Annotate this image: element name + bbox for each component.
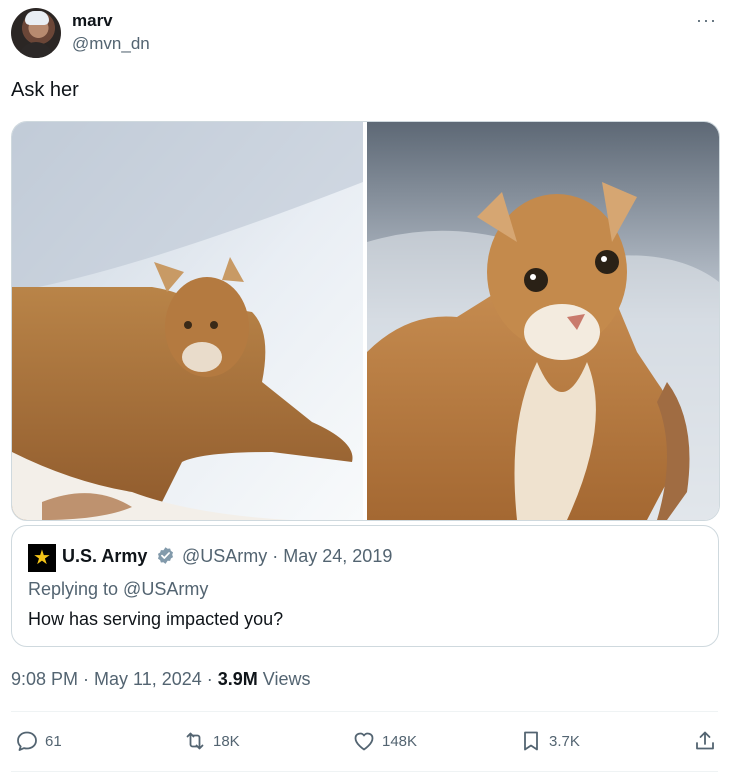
views-label: Views bbox=[257, 669, 311, 689]
tweet-text: Ask her bbox=[11, 79, 79, 101]
quoted-meta: @USArmy · May 24, 2019 bbox=[182, 546, 393, 566]
heart-icon bbox=[354, 732, 374, 751]
media-image-left[interactable] bbox=[12, 122, 363, 520]
action-bar: 61 18K 148K 3.7K bbox=[11, 722, 717, 762]
author-avatar[interactable] bbox=[11, 8, 61, 58]
cougar-photo-left bbox=[12, 122, 363, 520]
army-logo-icon[interactable]: ★ bbox=[28, 544, 56, 572]
like-count: 148K bbox=[382, 732, 418, 750]
bookmark-count: 3.7K bbox=[549, 732, 580, 750]
author-name[interactable]: marv bbox=[72, 11, 113, 31]
quoted-tweet[interactable]: ★ U.S. Army @USArmy · May 24, 2019 Reply… bbox=[11, 525, 719, 647]
replying-to: Replying to @USArmy bbox=[28, 579, 209, 599]
more-horizontal-icon[interactable]: ··· bbox=[696, 11, 717, 29]
quoted-text: How has serving impacted you? bbox=[28, 609, 284, 629]
reply-button[interactable]: 61 bbox=[15, 728, 62, 754]
bookmark-icon bbox=[524, 731, 538, 751]
avatar-hair bbox=[25, 11, 49, 25]
divider bbox=[11, 711, 718, 712]
media-image-right[interactable] bbox=[367, 122, 719, 520]
divider bbox=[11, 771, 718, 772]
verified-badge-icon bbox=[157, 547, 174, 564]
author-handle[interactable]: @mvn_dn bbox=[72, 34, 150, 54]
quoted-author-name: U.S. Army bbox=[62, 546, 148, 566]
cougar-photo-right bbox=[367, 122, 719, 520]
views-count: 3.9M bbox=[217, 669, 258, 689]
time-date[interactable]: 9:08 PM · May 11, 2024 · bbox=[11, 669, 218, 689]
reply-icon bbox=[17, 731, 37, 751]
like-button[interactable]: 148K bbox=[352, 728, 417, 754]
retweet-count: 18K bbox=[213, 732, 240, 750]
media-grid bbox=[11, 121, 720, 521]
bookmark-button[interactable]: 3.7K bbox=[519, 728, 580, 754]
avatar-body bbox=[18, 42, 54, 58]
tweet-header: marv @mvn_dn ··· bbox=[11, 8, 717, 60]
retweet-button[interactable]: 18K bbox=[183, 728, 240, 754]
retweet-icon bbox=[186, 732, 204, 750]
share-icon bbox=[696, 731, 714, 750]
reply-count: 61 bbox=[45, 732, 62, 750]
share-button[interactable] bbox=[693, 728, 717, 754]
tweet-timestamp: 9:08 PM · May 11, 2024 · 3.9M Views bbox=[11, 669, 311, 690]
